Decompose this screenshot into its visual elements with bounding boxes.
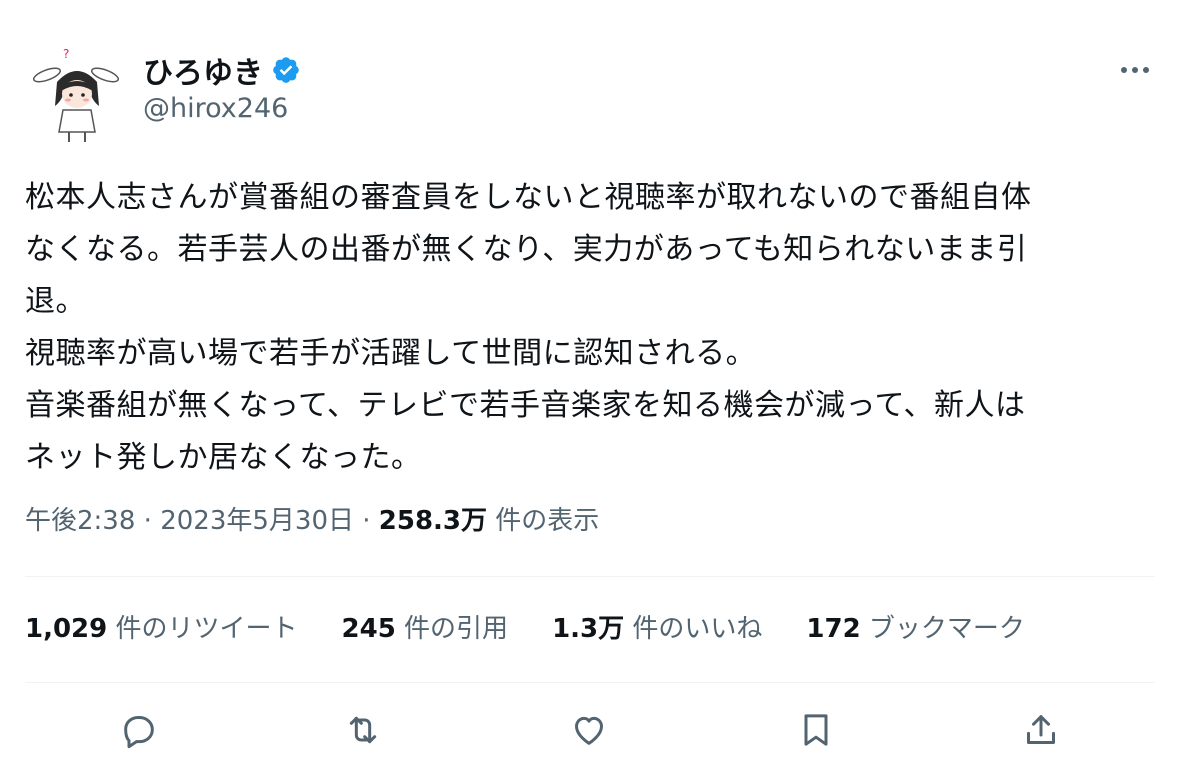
likes-count: 1.3万 [552,614,625,644]
divider [25,576,1155,577]
retweets-count: 1,029 [25,614,108,644]
reply-icon[interactable] [115,706,163,754]
action-bar [115,706,1065,754]
bookmarks-stat[interactable]: 172 ブックマーク [806,608,1025,645]
like-icon[interactable] [565,706,613,754]
views-count: 258.3万 [378,506,488,536]
bookmark-icon[interactable] [792,706,840,754]
character-avatar-icon: ? [32,47,120,142]
engagement-stats: 1,029 件のリツイート 245 件の引用 1.3万 件のいいね 172 ブッ… [25,608,1069,645]
quotes-stat[interactable]: 245 件の引用 [342,608,509,645]
author-name-row[interactable]: ひろゆき [143,48,301,92]
share-icon[interactable] [1017,706,1065,754]
views-label: 件の表示 [487,506,600,536]
verified-badge-icon[interactable] [271,55,301,85]
likes-stat[interactable]: 1.3万 件のいいね [552,608,762,645]
meta-separator: · [353,506,379,536]
tweet-time[interactable]: 午後2:38 [25,506,135,536]
retweet-icon[interactable] [339,706,387,754]
author-name[interactable]: ひろゆき [143,48,263,92]
tweet-meta: 午後2:38 · 2023年5月30日 · 258.3万 件の表示 [25,500,599,537]
quotes-label: 件の引用 [395,614,509,644]
likes-label: 件のいいね [624,614,763,644]
quotes-count: 245 [341,614,396,644]
tweet-text: 松本人志さんが賞番組の審査員をしないと視聴率が取れないので番組自体 なくなる。若… [25,180,1032,475]
svg-text:?: ? [63,47,69,61]
meta-separator: · [135,506,161,536]
retweets-label: 件のリツイート [107,614,298,644]
author-handle[interactable]: @hirox246 [143,93,288,124]
more-options-icon[interactable] [1115,58,1155,82]
divider [25,682,1155,683]
bookmarks-count: 172 [806,614,861,644]
tweet-date[interactable]: 2023年5月30日 [160,506,354,536]
bookmarks-label: ブックマーク [860,614,1025,644]
author-avatar[interactable]: ? [25,42,129,146]
retweets-stat[interactable]: 1,029 件のリツイート [25,608,298,645]
